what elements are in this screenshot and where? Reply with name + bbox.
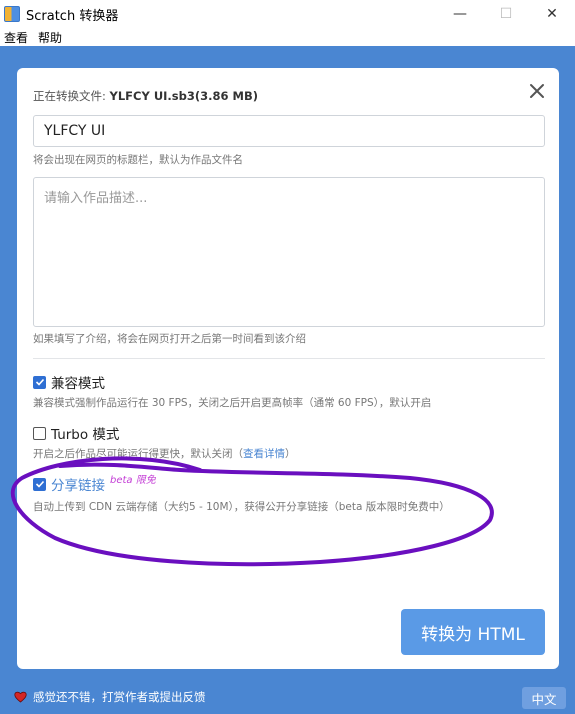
share-link-checkbox[interactable] [33,477,46,491]
turbo-mode-checkbox[interactable] [33,426,46,440]
menu-view[interactable]: 查看 [0,29,34,46]
close-window-button[interactable]: ✕ [529,0,575,28]
share-link-label: 分享链接 [51,478,105,494]
option-turbo-mode[interactable]: Turbo 模式 [33,423,119,443]
beta-badge: beta 限免 [110,474,156,486]
option-share-link[interactable]: 分享链接 beta 限免 [33,474,156,494]
title-bar: Scratch 转换器 — ☐ ✕ [0,0,575,28]
turbo-hint-end: ） [285,448,296,460]
turbo-mode-label: Turbo 模式 [51,427,120,443]
convert-dialog: 正在转换文件: YLFCY UI.sb3(3.86 MB) 将会出现在网页的标题… [17,68,559,669]
minimize-button[interactable]: — [437,0,483,28]
heart-icon [14,691,27,703]
turbo-mode-hint: 开启之后作品尽可能运行得更快，默认关闭（查看详情） [33,446,296,461]
feedback-text: 感觉还不错，打赏作者或提出反馈 [33,690,206,704]
close-icon [530,84,544,98]
menu-bar: 查看 帮助 [0,28,575,46]
description-hint: 如果填写了介绍，将会在网页打开之后第一时间看到该介绍 [33,333,306,345]
title-input[interactable] [33,115,545,147]
compat-mode-label: 兼容模式 [51,376,105,392]
share-link-hint: 自动上传到 CDN 云端存储（大约5 - 10M），获得公开分享链接（beta … [33,501,450,513]
divider [33,358,545,359]
file-prefix: 正在转换文件: [33,89,106,103]
turbo-hint-text: 开启之后作品尽可能运行得更快，默认关闭（ [33,448,243,460]
title-hint: 将会出现在网页的标题栏，默认为作品文件名 [33,154,243,166]
convert-to-html-button[interactable]: 转换为 HTML [401,609,545,655]
check-icon [35,480,44,488]
feedback-link[interactable]: 感觉还不错，打赏作者或提出反馈 [14,689,206,705]
file-name: YLFCY UI.sb3(3.86 MB) [109,89,258,103]
app-icon [4,6,20,22]
close-dialog-button[interactable] [524,78,550,104]
window-controls: — ☐ ✕ [437,0,575,28]
check-icon [35,378,44,386]
maximize-button[interactable]: ☐ [483,0,529,28]
menu-help[interactable]: 帮助 [34,29,68,46]
language-button[interactable]: 中文 [522,687,566,709]
compat-mode-hint: 兼容模式强制作品运行在 30 FPS，关闭之后开启更高帧率（通常 60 FPS）… [33,397,432,409]
option-compat-mode[interactable]: 兼容模式 [33,372,105,392]
details-link[interactable]: 查看详情 [243,448,285,460]
window-title: Scratch 转换器 [26,8,119,24]
file-info: 正在转换文件: YLFCY UI.sb3(3.86 MB) [33,88,258,104]
compat-mode-checkbox[interactable] [33,375,46,389]
description-input[interactable] [33,177,545,327]
